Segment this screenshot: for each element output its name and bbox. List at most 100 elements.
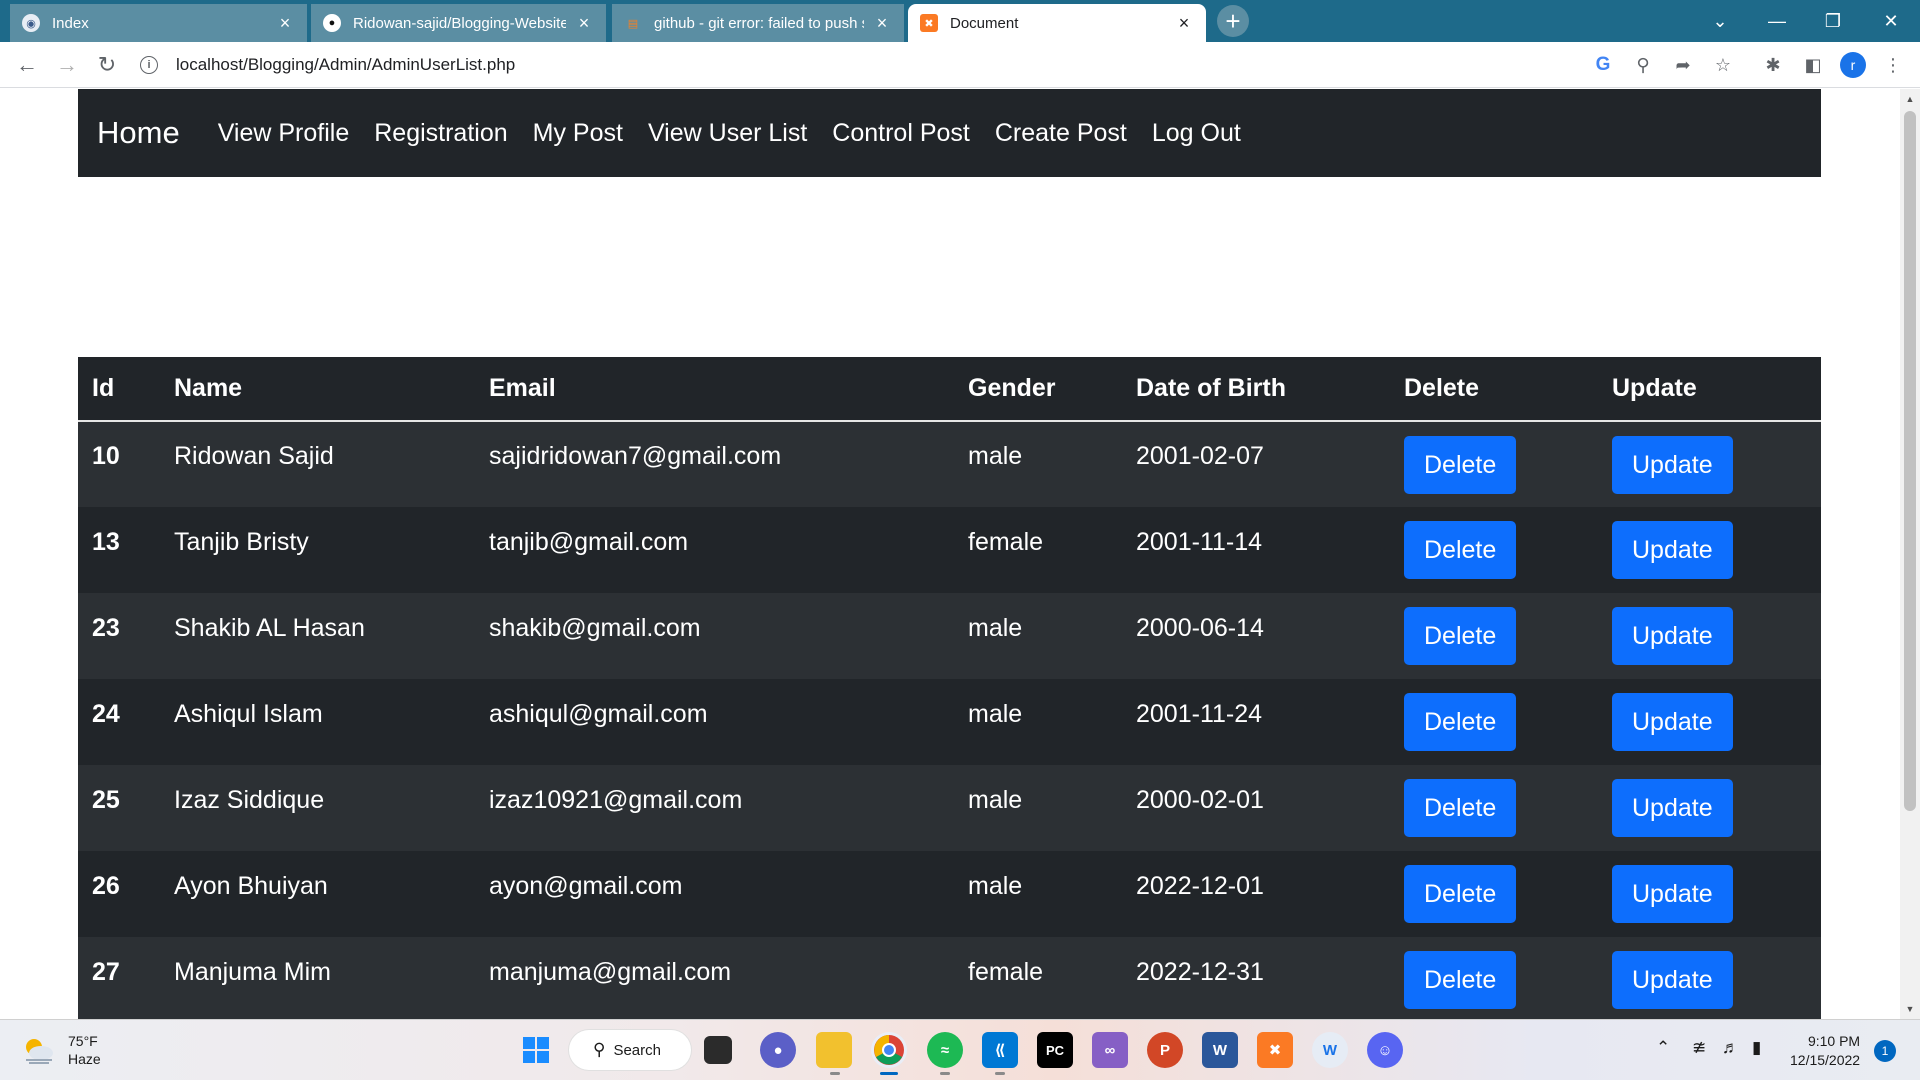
nav-home-link[interactable]: Home: [97, 115, 180, 151]
nav-my-post-link[interactable]: My Post: [533, 119, 623, 148]
update-cell: Update: [1598, 765, 1821, 851]
restore-button[interactable]: ❐: [1808, 0, 1858, 42]
nav-control-post-link[interactable]: Control Post: [832, 119, 970, 148]
pycharm-icon[interactable]: PC: [1037, 1032, 1073, 1068]
nav-view-user-list-link[interactable]: View User List: [648, 119, 807, 148]
volume-icon[interactable]: ♬: [1722, 1038, 1739, 1058]
profile-avatar[interactable]: r: [1840, 52, 1866, 78]
user-dob: 2000-02-01: [1136, 785, 1264, 814]
nav-log-out-link[interactable]: Log Out: [1152, 119, 1241, 148]
close-icon[interactable]: ×: [1174, 13, 1194, 33]
nav-registration-link[interactable]: Registration: [374, 119, 507, 148]
close-icon[interactable]: ×: [275, 13, 295, 33]
user-email: manjuma@gmail.com: [489, 957, 732, 986]
nav-view-profile-link[interactable]: View Profile: [218, 119, 350, 148]
powerpoint-icon[interactable]: P: [1147, 1032, 1183, 1068]
xampp-taskbar-icon[interactable]: ✖: [1257, 1032, 1293, 1068]
delete-button[interactable]: Delete: [1404, 521, 1517, 579]
tray-overflow-chevron-icon[interactable]: ⌃: [1656, 1038, 1670, 1058]
update-button[interactable]: Update: [1612, 779, 1733, 837]
close-icon[interactable]: ×: [872, 13, 892, 33]
page-scrollbar[interactable]: ▲ ▼: [1900, 89, 1920, 1019]
tab-stackoverflow[interactable]: ▤ github - git error: failed to push so …: [612, 4, 904, 42]
scroll-up-arrow-icon[interactable]: ▲: [1900, 91, 1920, 107]
zoom-icon[interactable]: ⚲: [1630, 52, 1656, 78]
header-id: Id: [78, 357, 160, 422]
forward-button[interactable]: →: [52, 50, 82, 80]
table-row: 24 Ashiqul Islam ashiqul@gmail.com male …: [78, 679, 1821, 765]
user-gender: female: [968, 527, 1044, 556]
header-delete: Delete: [1390, 357, 1598, 422]
update-button[interactable]: Update: [1612, 951, 1733, 1009]
app-w-icon[interactable]: W: [1312, 1032, 1348, 1068]
discord-icon[interactable]: ☺: [1367, 1032, 1403, 1068]
user-id: 10: [92, 442, 120, 470]
scroll-down-arrow-icon[interactable]: ▼: [1900, 1001, 1920, 1017]
search-label: Search: [613, 1041, 661, 1059]
url-text: localhost/Blogging/Admin/AdminUserList.p…: [176, 55, 516, 74]
close-window-button[interactable]: ✕: [1866, 0, 1916, 42]
weather-temp: 75°F: [68, 1033, 98, 1049]
delete-button[interactable]: Delete: [1404, 693, 1517, 751]
user-id: 25: [92, 785, 120, 814]
running-indicator: [995, 1072, 1005, 1075]
delete-button[interactable]: Delete: [1404, 951, 1517, 1009]
side-panel-icon[interactable]: ◧: [1800, 52, 1826, 78]
site-info-icon[interactable]: i: [140, 56, 158, 74]
table-row: 23 Shakib AL Hasan shakib@gmail.com male…: [78, 593, 1821, 679]
update-button[interactable]: Update: [1612, 607, 1733, 665]
google-translate-icon[interactable]: G: [1590, 52, 1616, 78]
tab-github[interactable]: ● Ridowan-sajid/Blogging-Website ×: [311, 4, 606, 42]
vscode-icon[interactable]: ⟪: [982, 1032, 1018, 1068]
update-cell: Update: [1598, 937, 1821, 1019]
update-button[interactable]: Update: [1612, 865, 1733, 923]
running-indicator: [830, 1072, 840, 1075]
delete-button[interactable]: Delete: [1404, 435, 1517, 494]
close-icon[interactable]: ×: [574, 13, 594, 33]
spotify-icon[interactable]: ≈: [927, 1032, 963, 1068]
delete-button[interactable]: Delete: [1404, 779, 1517, 837]
user-id: 27: [92, 957, 120, 986]
minimize-button[interactable]: —: [1752, 0, 1802, 42]
word-icon[interactable]: W: [1202, 1032, 1238, 1068]
tab-title: Document: [950, 14, 1019, 32]
update-button[interactable]: Update: [1612, 435, 1733, 494]
nav-create-post-link[interactable]: Create Post: [995, 119, 1127, 148]
chrome-icon[interactable]: [871, 1032, 907, 1068]
back-button[interactable]: ←: [12, 50, 42, 80]
address-bar[interactable]: i localhost/Blogging/Admin/AdminUserList…: [140, 48, 1560, 82]
clock-time: 9:10 PM: [1807, 1033, 1861, 1049]
user-list-table: Id Name Email Gender Date of Birth Delet…: [78, 357, 1821, 1019]
update-button[interactable]: Update: [1612, 521, 1733, 579]
battery-icon[interactable]: ▮: [1752, 1038, 1761, 1058]
user-dob: 2022-12-01: [1136, 871, 1264, 900]
user-dob: 2001-11-14: [1136, 527, 1263, 556]
scrollbar-thumb[interactable]: [1904, 111, 1916, 811]
tab-search-icon[interactable]: ⌄: [1695, 0, 1745, 42]
teams-chat-icon[interactable]: ●: [760, 1032, 796, 1068]
windows-start-icon[interactable]: [518, 1032, 554, 1068]
delete-button[interactable]: Delete: [1404, 865, 1517, 923]
taskbar-search[interactable]: ⚲ Search: [569, 1030, 691, 1070]
menu-kebab-icon[interactable]: ⋮: [1880, 52, 1906, 78]
windows-taskbar: 75°F Haze ⚲ Search ● ≈ ⟪ PC ∞ P W ✖ W ☺: [0, 1019, 1920, 1080]
task-view-icon[interactable]: [704, 1036, 732, 1064]
wifi-icon[interactable]: ≇: [1692, 1038, 1706, 1058]
system-clock[interactable]: 9:10 PM 12/15/2022: [1790, 1032, 1860, 1070]
extensions-icon[interactable]: ✱: [1760, 52, 1786, 78]
tab-document[interactable]: ✖ Document ×: [908, 4, 1206, 42]
share-icon[interactable]: ➦: [1670, 52, 1696, 78]
table-header-row: Id Name Email Gender Date of Birth Delet…: [78, 357, 1821, 422]
bookmark-star-icon[interactable]: ☆: [1710, 52, 1736, 78]
new-tab-button[interactable]: +: [1217, 5, 1249, 37]
reload-button[interactable]: ↻: [92, 50, 122, 80]
weather-widget[interactable]: 75°F Haze: [20, 1032, 101, 1068]
update-cell: Update: [1598, 593, 1821, 679]
tab-index[interactable]: ◉ Index ×: [10, 4, 307, 42]
visual-studio-icon[interactable]: ∞: [1092, 1032, 1128, 1068]
notification-badge[interactable]: 1: [1874, 1040, 1896, 1062]
update-button[interactable]: Update: [1612, 693, 1733, 751]
file-explorer-icon[interactable]: [816, 1032, 852, 1068]
delete-button[interactable]: Delete: [1404, 607, 1517, 665]
user-email: ayon@gmail.com: [489, 871, 683, 900]
